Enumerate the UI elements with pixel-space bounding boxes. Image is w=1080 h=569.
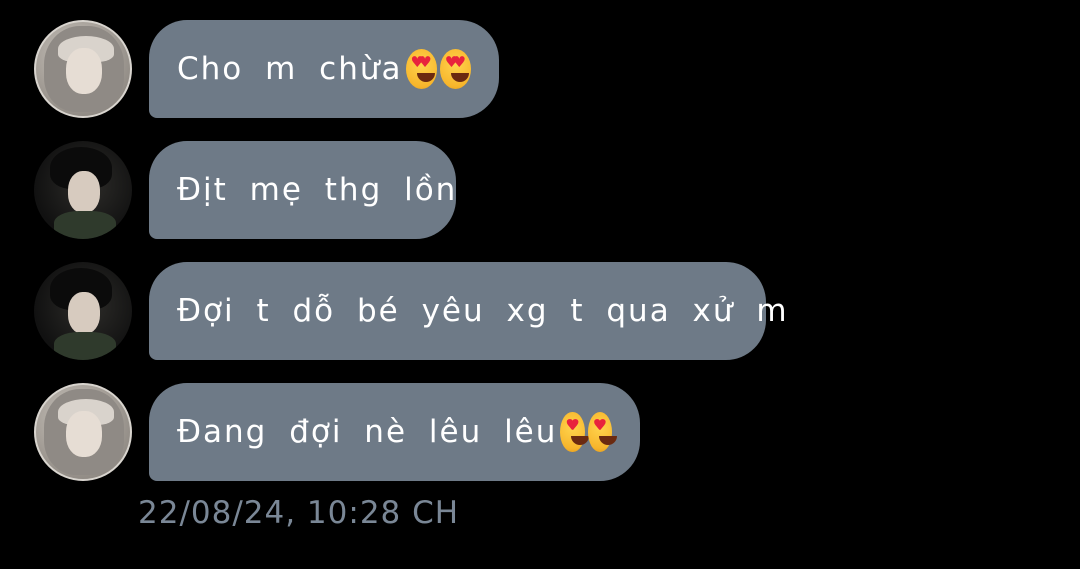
message-timestamp: 22/08/24, 10:28 CH [138,495,460,531]
heart-eyes-emoji-icon [587,412,617,452]
heart-eyes-emoji-icon [560,412,590,452]
avatar[interactable] [34,383,132,481]
message-bubble[interactable]: Địt mẹ thg lồn [149,141,456,239]
heart-eyes-emoji-icon [439,49,471,89]
message-text: Đợi t dỗ bé yêu xg t qua xử m [177,293,789,329]
message-bubble[interactable]: Đang đợi nè lêu lêu [149,383,640,481]
avatar[interactable] [34,141,132,239]
heart-eyes-emoji-icon [405,49,437,89]
message-text: Đang đợi nè lêu lêu [177,414,558,450]
avatar[interactable] [34,20,132,118]
message-text: Cho m chừa [177,51,403,87]
avatar[interactable] [34,262,132,360]
message-text: Địt mẹ thg lồn [177,172,458,208]
message-bubble[interactable]: Đợi t dỗ bé yêu xg t qua xử m [149,262,787,360]
message-bubble[interactable]: Cho m chừa [149,20,499,118]
